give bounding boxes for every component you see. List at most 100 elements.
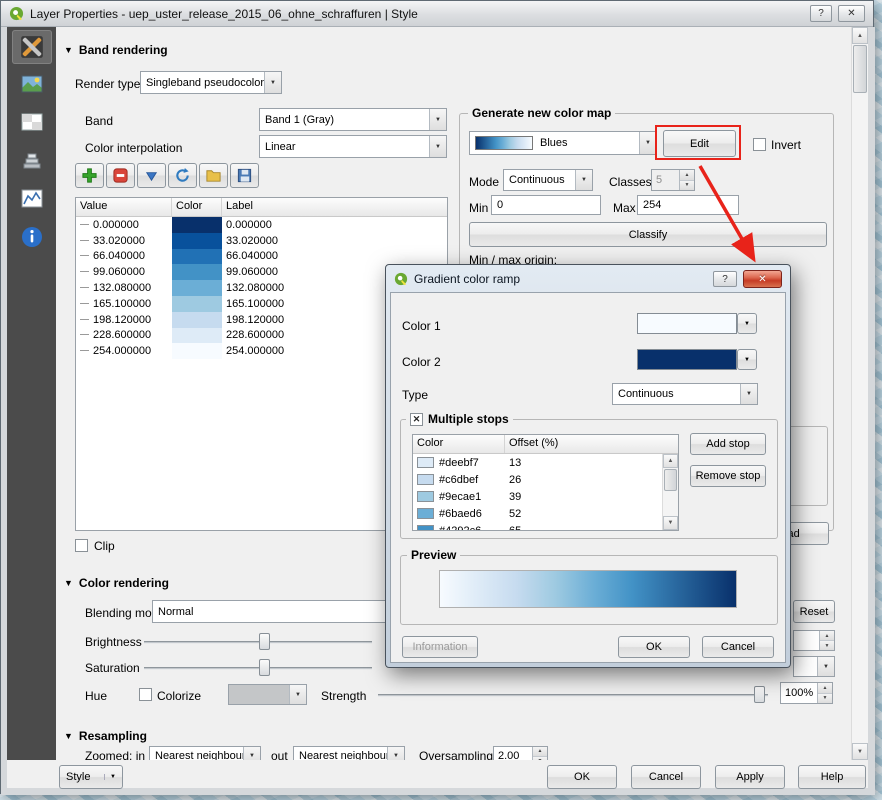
zoomed-in-combo[interactable]: Nearest neighbour▼ <box>149 746 261 760</box>
strength-slider[interactable] <box>378 685 770 705</box>
color-swatch-cell[interactable] <box>172 343 222 359</box>
multiple-stops-label: Multiple stops <box>428 412 509 426</box>
col-header-color[interactable]: Color <box>172 198 222 216</box>
stop-row[interactable]: #6baed652 <box>413 505 662 522</box>
stop-color-cell: #4292c6 <box>413 525 505 531</box>
col-header-label[interactable]: Label <box>222 198 447 216</box>
scroll-up-button[interactable]: ▲ <box>663 454 678 468</box>
information-button[interactable]: Information <box>402 636 478 658</box>
scrollbar-thumb[interactable] <box>853 45 867 93</box>
grayscale-combo-fragment[interactable]: ▼ <box>793 656 835 677</box>
color-swatch-cell[interactable] <box>172 280 222 296</box>
resampling-title: Resampling <box>79 729 147 743</box>
remove-entry-button[interactable] <box>106 163 135 188</box>
color1-dropdown-button[interactable]: ▼ <box>737 313 757 334</box>
checkmark-icon: ✕ <box>413 415 421 424</box>
help-button[interactable]: Help <box>798 765 866 789</box>
slider-handle[interactable] <box>259 659 270 676</box>
add-stop-button[interactable]: Add stop <box>690 433 766 455</box>
dropdown-arrow-icon: ▼ <box>104 774 116 780</box>
clip-checkbox[interactable] <box>75 539 88 552</box>
value-cell: 33.020000 <box>76 235 172 247</box>
value-row[interactable]: 33.02000033.020000 <box>76 233 447 249</box>
window-help-button[interactable]: ? <box>810 5 832 22</box>
color2-dropdown-button[interactable]: ▼ <box>737 349 757 370</box>
reset-button[interactable]: Reset <box>793 600 835 623</box>
color-swatch-cell[interactable] <box>172 312 222 328</box>
stops-scrollbar[interactable]: ▲ ▼ <box>662 454 678 530</box>
spinner-arrows-icon[interactable]: ▲▼ <box>817 683 832 703</box>
sidebar-item-metadata[interactable] <box>12 220 52 254</box>
dialog-ok-button[interactable]: OK <box>618 636 690 658</box>
brightness-slider[interactable] <box>144 632 374 652</box>
stops-table[interactable]: Color Offset (%) #deebf713#c6dbef26#9eca… <box>412 434 679 531</box>
dialog-cancel-button[interactable]: Cancel <box>702 636 774 658</box>
color2-swatch[interactable] <box>637 349 737 370</box>
color-swatch-cell[interactable] <box>172 328 222 344</box>
sidebar-item-histogram[interactable] <box>12 182 52 216</box>
contrast-spinner-fragment[interactable]: ▲▼ <box>793 630 835 651</box>
mode-combo[interactable]: Continuous▼ <box>503 169 593 191</box>
colorize-color-combo[interactable]: ▼ <box>228 684 307 705</box>
strength-spinner[interactable]: 100%▲▼ <box>780 682 833 704</box>
spinner-arrows-icon[interactable]: ▲▼ <box>532 747 547 760</box>
band-rendering-header[interactable]: ▼Band rendering <box>64 43 168 57</box>
zoomed-in-label: Zoomed: in <box>85 749 145 760</box>
zoomed-out-combo[interactable]: Nearest neighbour▼ <box>293 746 405 760</box>
open-file-button[interactable] <box>199 163 228 188</box>
color-swatch-cell[interactable] <box>172 233 222 249</box>
stop-row[interactable]: #c6dbef26 <box>413 471 662 488</box>
dialog-help-button[interactable]: ? <box>713 271 737 287</box>
color1-swatch[interactable] <box>637 313 737 334</box>
ok-button[interactable]: OK <box>547 765 617 789</box>
scroll-down-button[interactable]: ▼ <box>852 743 868 760</box>
apply-button[interactable]: Apply <box>715 765 785 789</box>
color-interpolation-combo[interactable]: Linear▼ <box>259 135 447 158</box>
col-header-value[interactable]: Value <box>76 198 172 216</box>
style-menu-button[interactable]: Style▼ <box>59 765 123 789</box>
invert-checkbox[interactable] <box>753 138 766 151</box>
scrollbar-thumb[interactable] <box>664 469 677 491</box>
stop-row[interactable]: #9ecae139 <box>413 488 662 505</box>
col-header-stop-offset[interactable]: Offset (%) <box>505 435 678 453</box>
stop-row[interactable]: #4292c665 <box>413 522 662 530</box>
resampling-header[interactable]: ▼Resampling <box>64 729 147 743</box>
window-close-button[interactable]: ✕ <box>838 5 865 22</box>
colorize-checkbox[interactable] <box>139 688 152 701</box>
remove-stop-button[interactable]: Remove stop <box>690 465 766 487</box>
value-row[interactable]: 66.04000066.040000 <box>76 249 447 265</box>
slider-handle[interactable] <box>754 686 765 703</box>
save-file-button[interactable] <box>230 163 259 188</box>
min-input[interactable]: 0 <box>491 195 601 215</box>
band-combo[interactable]: Band 1 (Gray)▼ <box>259 108 447 131</box>
refresh-button[interactable] <box>168 163 197 188</box>
scroll-up-button[interactable]: ▲ <box>852 27 868 44</box>
stop-row[interactable]: #deebf713 <box>413 454 662 471</box>
main-scrollbar[interactable]: ▲ ▼ <box>851 27 868 760</box>
type-combo[interactable]: Continuous▼ <box>612 383 758 405</box>
slider-handle[interactable] <box>259 633 270 650</box>
window-titlebar[interactable]: Layer Properties - uep_uster_release_201… <box>1 1 873 27</box>
color-swatch-cell[interactable] <box>172 296 222 312</box>
sidebar-item-pyramids[interactable] <box>12 144 52 178</box>
color-ramp-combo[interactable]: Blues ▼ <box>469 131 657 155</box>
sidebar-item-general[interactable] <box>12 68 52 102</box>
scroll-down-button[interactable]: ▼ <box>663 516 678 530</box>
saturation-slider[interactable] <box>144 658 374 678</box>
multiple-stops-checkbox[interactable]: ✕ <box>410 413 423 426</box>
color-swatch-cell[interactable] <box>172 217 222 233</box>
value-row[interactable]: 0.0000000.000000 <box>76 217 447 233</box>
color-swatch-cell[interactable] <box>172 264 222 280</box>
render-type-combo[interactable]: Singleband pseudocolor▼ <box>140 71 282 94</box>
spinner-arrows-icon[interactable]: ▲▼ <box>819 631 834 650</box>
sidebar-item-style[interactable] <box>12 30 52 64</box>
add-entry-button[interactable] <box>75 163 104 188</box>
sidebar-item-transparency[interactable] <box>12 106 52 140</box>
color-swatch-cell[interactable] <box>172 249 222 265</box>
col-header-stop-color[interactable]: Color <box>413 435 505 453</box>
stop-color-cell: #6baed6 <box>413 508 505 520</box>
cancel-button[interactable]: Cancel <box>631 765 701 789</box>
color-rendering-header[interactable]: ▼Color rendering <box>64 576 169 590</box>
sort-entries-button[interactable] <box>137 163 166 188</box>
oversampling-spinner[interactable]: 2.00▲▼ <box>493 746 548 760</box>
